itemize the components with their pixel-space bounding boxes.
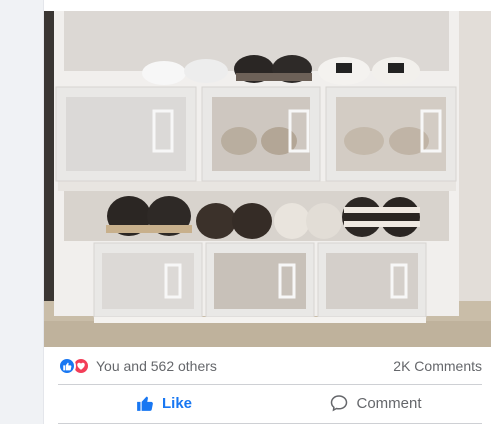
like-button[interactable]: Like bbox=[58, 386, 270, 420]
post-actions: Like Comment bbox=[58, 386, 482, 420]
divider bbox=[58, 384, 482, 385]
like-label: Like bbox=[161, 394, 192, 412]
like-reaction-icon bbox=[58, 357, 76, 375]
comment-label: Comment bbox=[356, 394, 422, 412]
post-card: You and 562 others 2K Comments Like Comm… bbox=[43, 0, 496, 424]
comment-count[interactable]: 2K Comments bbox=[393, 358, 482, 374]
comment-bubble-icon bbox=[330, 394, 348, 412]
comment-button[interactable]: Comment bbox=[270, 386, 482, 420]
post-photo[interactable] bbox=[44, 11, 491, 347]
reaction-summary[interactable]: You and 562 others bbox=[58, 357, 217, 375]
post-image bbox=[44, 11, 491, 347]
thumbs-up-icon bbox=[136, 394, 154, 412]
reaction-count-text[interactable]: You and 562 others bbox=[96, 358, 217, 374]
post-stats: You and 562 others 2K Comments bbox=[58, 354, 482, 378]
